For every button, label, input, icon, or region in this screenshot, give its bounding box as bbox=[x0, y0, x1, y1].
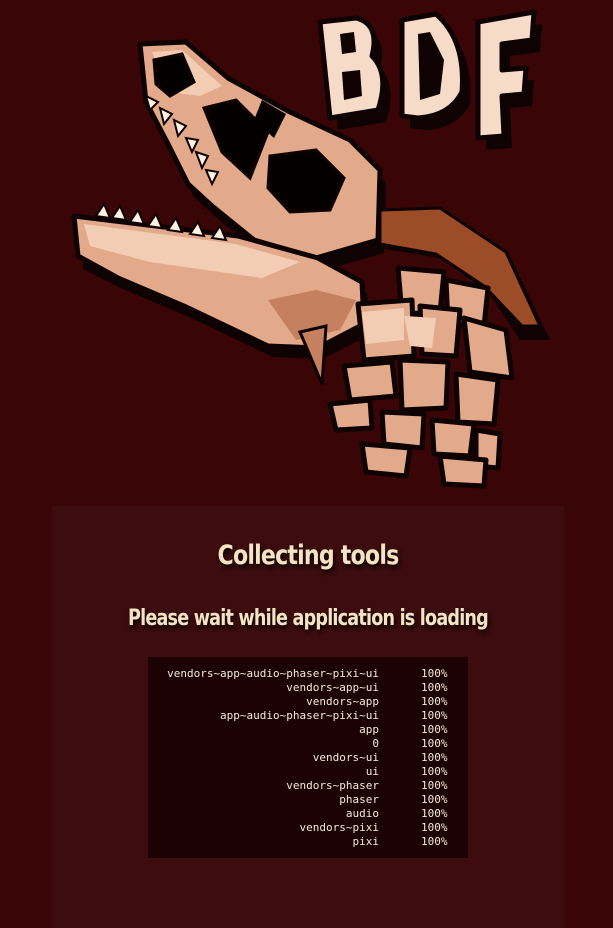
module-progress-value: 100% bbox=[421, 681, 448, 694]
module-progress-value: 100% bbox=[421, 709, 448, 722]
module-name: vendors~app~ui bbox=[286, 681, 379, 694]
loading-panel: Collecting tools Please wait while appli… bbox=[52, 506, 564, 928]
module-name: vendors~app bbox=[306, 695, 379, 708]
module-progress-row: vendors~ui 100% bbox=[148, 751, 468, 765]
module-progress-value: 100% bbox=[421, 765, 448, 778]
module-name: phaser bbox=[339, 793, 379, 806]
module-progress-row: vendors~pixi 100% bbox=[148, 821, 468, 835]
module-name: vendors~pixi bbox=[299, 821, 379, 834]
module-name: vendors~ui bbox=[312, 751, 379, 764]
module-progress-row: vendors~app~audio~phaser~pixi~ui 100% bbox=[148, 667, 468, 681]
module-progress-row: 0 100% bbox=[148, 737, 468, 751]
module-progress-row: app 100% bbox=[148, 723, 468, 737]
module-name: app bbox=[359, 723, 379, 736]
module-progress-row: ui 100% bbox=[148, 765, 468, 779]
module-progress-value: 100% bbox=[421, 667, 448, 680]
module-progress-value: 100% bbox=[421, 751, 448, 764]
module-progress-rows: vendors~app~audio~phaser~pixi~ui 100% vend… bbox=[148, 667, 468, 849]
module-progress-value: 100% bbox=[421, 793, 448, 806]
module-progress-value: 100% bbox=[421, 695, 448, 708]
module-name: vendors~app~audio~phaser~pixi~ui bbox=[167, 667, 379, 680]
module-name: vendors~phaser bbox=[286, 779, 379, 792]
module-progress-row: app~audio~phaser~pixi~ui 100% bbox=[148, 709, 468, 723]
module-name: app~audio~phaser~pixi~ui bbox=[220, 709, 379, 722]
module-progress-value: 100% bbox=[421, 737, 448, 750]
module-progress-value: 100% bbox=[421, 821, 448, 834]
module-progress-row: audio 100% bbox=[148, 807, 468, 821]
module-name: pixi bbox=[352, 835, 380, 848]
module-progress-value: 100% bbox=[421, 723, 448, 736]
module-name: audio bbox=[345, 807, 379, 820]
module-progress-value: 100% bbox=[421, 779, 448, 792]
module-progress-value: 100% bbox=[421, 807, 448, 820]
module-progress-row: vendors~app 100% bbox=[148, 695, 468, 709]
app-logo bbox=[0, 0, 613, 500]
loading-title: Collecting tools bbox=[217, 540, 400, 571]
dragon-skull-logo-icon bbox=[71, 9, 550, 489]
module-progress-list: vendors~app~audio~phaser~pixi~ui 100% vend… bbox=[148, 657, 468, 858]
module-progress-row: vendors~app~ui 100% bbox=[148, 681, 468, 695]
module-name: ui bbox=[365, 765, 379, 778]
module-progress-row: pixi 100% bbox=[148, 835, 468, 849]
loading-subtitle: Please wait while application is loading bbox=[128, 606, 489, 631]
module-name: 0 bbox=[372, 737, 379, 750]
module-progress-row: vendors~phaser 100% bbox=[148, 779, 468, 793]
module-progress-value: 100% bbox=[421, 835, 448, 848]
module-progress-row: phaser 100% bbox=[148, 793, 468, 807]
